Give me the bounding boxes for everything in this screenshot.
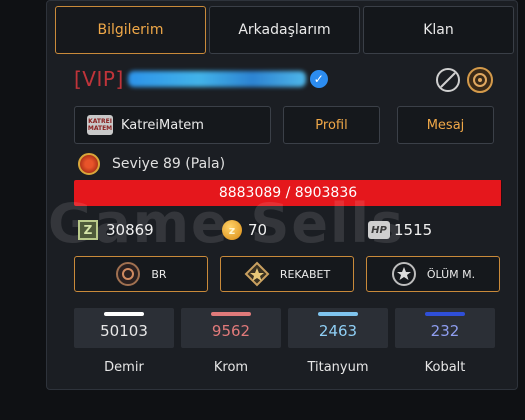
ore-label-krom: Krom — [213, 360, 249, 375]
ore-kobalt: 232 — [395, 308, 495, 348]
check-badge-icon: ✓ — [309, 70, 328, 88]
hp-currency: HP 1515 — [368, 218, 432, 242]
br-rank-button[interactable]: BR — [74, 256, 208, 292]
deathmatch-rank-button[interactable]: ÖLÜM M. — [366, 256, 500, 292]
z-currency-icon: Z — [78, 220, 98, 240]
z-currency: Z 30869 — [78, 218, 154, 242]
ore-color-strip — [425, 312, 465, 316]
ore-value: 2463 — [318, 322, 358, 340]
clan-emblem-icon[interactable] — [466, 66, 494, 94]
competitive-rank-icon — [244, 261, 270, 287]
competitive-rank-button[interactable]: REKABET — [220, 256, 354, 292]
coin-value: 70 — [248, 221, 268, 239]
ore-titanyum: 2463 — [288, 308, 388, 348]
ore-value: 50103 — [100, 322, 148, 340]
hp-value: 1515 — [394, 221, 433, 239]
level-text: Seviye 89 (Pala) — [112, 156, 226, 172]
vip-tag: [VIP] — [74, 67, 124, 91]
profile-button[interactable]: Profil — [283, 106, 380, 144]
level-badge-icon — [78, 153, 100, 175]
deathmatch-rank-label: ÖLÜM M. — [426, 267, 476, 281]
clan-button[interactable]: KATREI MATEM KatreiMatem — [74, 106, 271, 144]
ore-value: 9562 — [211, 322, 251, 340]
clan-name: KatreiMatem — [121, 117, 204, 133]
tab-klan[interactable]: Klan — [363, 6, 514, 54]
xp-progress-bar: 8883089 / 8903836 — [74, 180, 502, 206]
ore-color-strip — [211, 312, 251, 316]
player-name-redacted — [127, 71, 306, 87]
competitive-rank-label: REKABET — [279, 267, 331, 281]
level-row: Seviye 89 (Pala) — [78, 152, 225, 176]
message-button[interactable]: Mesaj — [397, 106, 494, 144]
deathmatch-rank-icon — [391, 261, 417, 287]
ore-label-kobalt: Kobalt — [424, 360, 466, 375]
player-name-row: [VIP] ✓ — [74, 64, 328, 94]
xp-text: 8883089 / 8903836 — [218, 185, 358, 201]
br-rank-label: BR — [151, 267, 167, 281]
br-rank-icon — [115, 261, 141, 287]
ore-color-strip — [318, 312, 358, 316]
ore-krom: 9562 — [181, 308, 281, 348]
ore-value: 232 — [430, 322, 460, 340]
hp-icon: HP — [368, 221, 390, 239]
clan-logo: KATREI MATEM — [87, 115, 113, 135]
tab-arkadaslarim[interactable]: Arkadaşlarım — [209, 6, 360, 54]
ore-color-strip — [104, 312, 144, 316]
tab-bilgilerim[interactable]: Bilgilerim — [55, 6, 206, 54]
z-currency-value: 30869 — [106, 221, 154, 239]
ore-label-titanyum: Titanyum — [307, 360, 369, 375]
coin-currency: z 70 — [222, 218, 267, 242]
ore-demir: 50103 — [74, 308, 174, 348]
block-icon[interactable] — [434, 66, 462, 94]
coin-icon: z — [222, 220, 242, 240]
ore-label-demir: Demir — [104, 360, 144, 375]
